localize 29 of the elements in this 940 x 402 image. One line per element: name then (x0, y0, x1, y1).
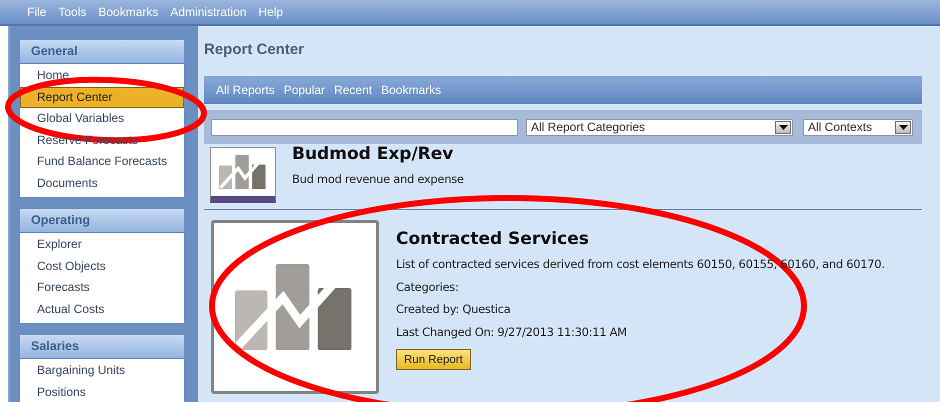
nav-item[interactable]: Home (20, 65, 184, 86)
dropdown[interactable]: All Report Categories (526, 118, 793, 136)
categories-label: Categories: (396, 278, 459, 296)
nav-item[interactable]: Documents (20, 172, 184, 194)
caret-icon (895, 120, 911, 134)
nav-item[interactable]: Actual Costs (20, 298, 184, 320)
group-header[interactable]: General (20, 40, 184, 64)
chart-icon (219, 154, 267, 190)
created-by-text: Created by: Questica (396, 301, 510, 318)
run-report-button[interactable]: Run Report (396, 349, 471, 370)
nav-item[interactable]: Cost Objects (20, 256, 184, 277)
nav-item[interactable]: Reserve Forecasts (20, 130, 184, 151)
nav-item[interactable]: Fund Balance Forecasts (20, 151, 184, 172)
report-title[interactable]: Contracted Services (396, 229, 589, 249)
last-changed-text: Last Changed On: 9/27/2013 11:30:11 AM (396, 324, 627, 340)
group-header[interactable]: Salaries (20, 335, 184, 359)
nav-item[interactable]: Report Center (20, 86, 184, 108)
nav-item[interactable]: Forecasts (20, 277, 184, 298)
nav-item[interactable]: Bargaining Units (20, 360, 184, 382)
dropdown[interactable]: All Contexts (803, 118, 913, 136)
nav-item[interactable]: Global Variables (20, 108, 184, 130)
group-header[interactable]: Operating (20, 209, 184, 233)
report-title[interactable]: Budmod Exp/Rev (292, 145, 454, 163)
search-field[interactable] (211, 118, 518, 136)
nav-item[interactable]: Positions (20, 382, 184, 402)
caret-icon (775, 120, 791, 134)
report-description: Bud mod revenue and expense (292, 171, 464, 188)
page-title: Report Center (204, 40, 306, 60)
nav-item[interactable]: Explorer (20, 234, 184, 256)
